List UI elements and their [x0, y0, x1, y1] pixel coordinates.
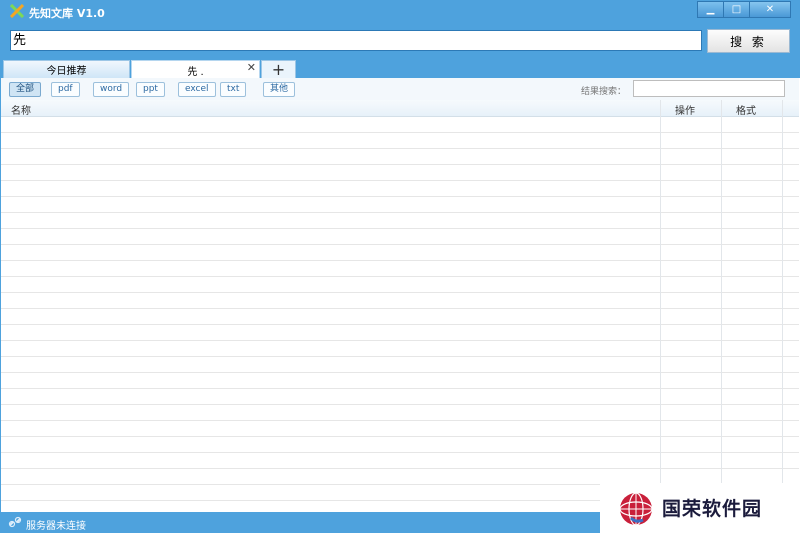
globe-logo-icon [619, 492, 653, 526]
window-title: 先知文库 V1.0 [29, 7, 105, 20]
column-divider [782, 100, 783, 512]
search-input[interactable]: 先 [10, 30, 702, 51]
result-search-input[interactable] [633, 80, 785, 97]
column-divider [721, 100, 722, 512]
link-broken-icon [8, 516, 22, 528]
tab-today-recommend[interactable]: 今日推荐 [3, 60, 130, 79]
filter-word-button[interactable]: word [93, 82, 130, 97]
table-header: 名称 操作 格式 [1, 100, 799, 117]
search-button[interactable]: 搜 索 [707, 29, 790, 53]
column-header-format[interactable]: 格式 [736, 102, 756, 117]
title-bar[interactable]: 先知文库 V1.0 ▁ □ ✕ [0, 0, 800, 24]
close-tab-icon[interactable]: ✕ [247, 61, 256, 74]
filter-ppt-button[interactable]: ppt [136, 82, 165, 97]
result-search-label: 结果搜索： [581, 87, 627, 97]
app-window: 先知文库 V1.0 ▁ □ ✕ 先 搜 索 今日推荐 先 . ✕ + 全部 pd… [0, 0, 800, 533]
filter-bar: 全部 pdf word ppt excel txt 其他 结果搜索： [1, 78, 799, 101]
filter-excel-button[interactable]: excel [178, 82, 216, 97]
filter-txt-button[interactable]: txt [220, 82, 247, 97]
close-button[interactable]: ✕ [749, 1, 791, 18]
maximize-button[interactable]: □ [723, 1, 750, 18]
tab-label: 先 . [187, 66, 204, 78]
app-logo-icon [10, 4, 24, 18]
column-divider [660, 100, 661, 512]
minimize-button[interactable]: ▁ [697, 1, 724, 18]
results-table-body[interactable] [1, 117, 799, 512]
watermark-text: 国荣软件园 [662, 498, 763, 520]
tab-search-result[interactable]: 先 . ✕ [131, 60, 260, 79]
column-header-name[interactable]: 名称 [11, 102, 31, 117]
content-area: 全部 pdf word ppt excel txt 其他 结果搜索： 名称 操作… [0, 78, 800, 512]
watermark: 国荣软件园 [600, 483, 800, 533]
filter-all-button[interactable]: 全部 [9, 82, 42, 97]
add-tab-button[interactable]: + [261, 60, 296, 79]
status-text: 服务器未连接 [26, 521, 86, 532]
window-controls: ▁ □ ✕ [697, 1, 791, 18]
column-header-action[interactable]: 操作 [675, 102, 695, 117]
filter-pdf-button[interactable]: pdf [51, 82, 80, 97]
filter-other-button[interactable]: 其他 [263, 82, 296, 97]
